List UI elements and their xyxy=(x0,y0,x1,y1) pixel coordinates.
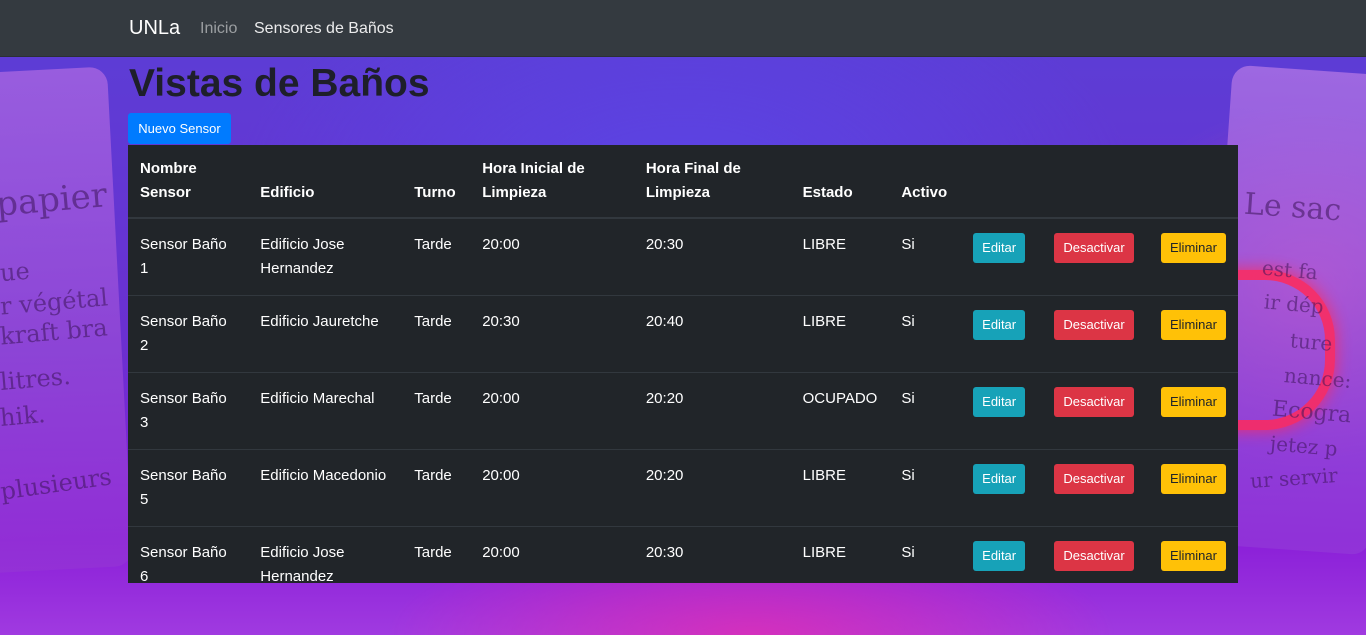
deactivate-button[interactable]: Desactivar xyxy=(1054,310,1134,340)
column-header-activo: Activo xyxy=(889,145,960,219)
background-text: Le sac xyxy=(1242,186,1343,229)
cell-edificio: Edificio Jauretche xyxy=(248,295,403,373)
cell-hora-inicial: 20:30 xyxy=(470,295,634,373)
cell-edit: Editar xyxy=(959,372,1040,450)
cell-estado: LIBRE xyxy=(790,295,890,373)
table-row: Sensor Baño 3 Edificio Marechal Tarde 20… xyxy=(128,372,1238,450)
cell-hora-final: 20:20 xyxy=(633,449,791,527)
background-text: hik. xyxy=(0,400,47,432)
cell-edit: Editar xyxy=(959,217,1040,296)
cell-hora-final: 20:20 xyxy=(633,372,791,450)
cell-deactivate: Desactivar xyxy=(1039,449,1149,527)
sensors-table-container: Nombre Sensor Edificio Turno Hora Inicia… xyxy=(128,145,1238,603)
column-header-hora-inicial: Hora Inicial de Limpieza xyxy=(470,145,634,219)
cell-turno: Tarde xyxy=(402,372,471,450)
deactivate-button[interactable]: Desactivar xyxy=(1054,464,1134,494)
cell-edificio: Edificio Macedonio xyxy=(248,449,403,527)
nav-link-sensores[interactable]: Sensores de Baños xyxy=(254,20,394,38)
cell-nombre: Sensor Baño 2 xyxy=(128,295,249,373)
cell-activo: Si xyxy=(889,526,960,603)
cell-deactivate: Desactivar xyxy=(1039,295,1149,373)
cell-estado: OCUPADO xyxy=(790,372,890,450)
cell-nombre: Sensor Baño 1 xyxy=(128,217,249,296)
cell-activo: Si xyxy=(889,372,960,450)
background-text: ture xyxy=(1289,328,1334,356)
cell-delete: Eliminar xyxy=(1148,526,1238,603)
edit-button[interactable]: Editar xyxy=(973,387,1026,417)
table-header-row: Nombre Sensor Edificio Turno Hora Inicia… xyxy=(128,145,1238,219)
cell-activo: Si xyxy=(889,217,960,296)
delete-button[interactable]: Eliminar xyxy=(1161,541,1226,571)
cell-deactivate: Desactivar xyxy=(1039,372,1149,450)
cell-turno: Tarde xyxy=(402,449,471,527)
cell-hora-final: 20:30 xyxy=(633,526,791,603)
edit-button[interactable]: Editar xyxy=(973,233,1026,263)
column-header-turno: Turno xyxy=(402,145,471,219)
cell-activo: Si xyxy=(889,295,960,373)
new-sensor-button[interactable]: Nuevo Sensor xyxy=(128,113,231,144)
background-text: est fa xyxy=(1261,255,1319,285)
cell-activo: Si xyxy=(889,449,960,527)
navbar: UNLa Inicio Sensores de Baños xyxy=(0,0,1366,57)
cell-hora-inicial: 20:00 xyxy=(470,217,634,296)
cell-edificio: Edificio Marechal xyxy=(248,372,403,450)
table-row: Sensor Baño 1 Edificio Jose Hernandez Ta… xyxy=(128,217,1238,296)
background-text: ue xyxy=(0,256,31,288)
cell-deactivate: Desactivar xyxy=(1039,526,1149,603)
column-header-estado: Estado xyxy=(790,145,890,219)
cell-edit: Editar xyxy=(959,526,1040,603)
column-header-edificio: Edificio xyxy=(248,145,403,219)
cell-turno: Tarde xyxy=(402,217,471,296)
deactivate-button[interactable]: Desactivar xyxy=(1054,387,1134,417)
table-row: Sensor Baño 2 Edificio Jauretche Tarde 2… xyxy=(128,295,1238,373)
cell-hora-inicial: 20:00 xyxy=(470,372,634,450)
cell-hora-inicial: 20:00 xyxy=(470,449,634,527)
delete-button[interactable]: Eliminar xyxy=(1161,464,1226,494)
cell-hora-inicial: 20:00 xyxy=(470,526,634,603)
nav-link-inicio[interactable]: Inicio xyxy=(200,20,237,38)
column-header-hora-final: Hora Final de Limpieza xyxy=(633,145,791,219)
cell-delete: Eliminar xyxy=(1148,449,1238,527)
edit-button[interactable]: Editar xyxy=(973,541,1026,571)
delete-button[interactable]: Eliminar xyxy=(1161,387,1226,417)
table-row: Sensor Baño 6 Edificio Jose Hernandez Ta… xyxy=(128,526,1238,603)
background-text: ir dép xyxy=(1263,289,1325,319)
cell-edificio: Edificio Jose Hernandez xyxy=(248,526,403,603)
cell-delete: Eliminar xyxy=(1148,295,1238,373)
cell-edit: Editar xyxy=(959,449,1040,527)
cell-edificio: Edificio Jose Hernandez xyxy=(248,217,403,296)
cell-deactivate: Desactivar xyxy=(1039,217,1149,296)
cell-estado: LIBRE xyxy=(790,526,890,603)
cell-delete: Eliminar xyxy=(1148,217,1238,296)
deactivate-button[interactable]: Desactivar xyxy=(1054,233,1134,263)
cell-turno: Tarde xyxy=(402,526,471,603)
delete-button[interactable]: Eliminar xyxy=(1161,310,1226,340)
sensors-table: Nombre Sensor Edificio Turno Hora Inicia… xyxy=(128,145,1238,603)
edit-button[interactable]: Editar xyxy=(973,464,1026,494)
navbar-brand[interactable]: UNLa xyxy=(129,17,180,40)
edit-button[interactable]: Editar xyxy=(973,310,1026,340)
cell-nombre: Sensor Baño 5 xyxy=(128,449,249,527)
cell-turno: Tarde xyxy=(402,295,471,373)
cell-delete: Eliminar xyxy=(1148,372,1238,450)
page-title: Vistas de Baños xyxy=(129,62,430,105)
cell-hora-final: 20:40 xyxy=(633,295,791,373)
cell-estado: LIBRE xyxy=(790,217,890,296)
cell-nombre: Sensor Baño 6 xyxy=(128,526,249,603)
column-header-nombre: Nombre Sensor xyxy=(128,145,249,219)
deactivate-button[interactable]: Desactivar xyxy=(1054,541,1134,571)
cell-edit: Editar xyxy=(959,295,1040,373)
cell-hora-final: 20:30 xyxy=(633,217,791,296)
column-header-actions xyxy=(959,145,1238,219)
table-row: Sensor Baño 5 Edificio Macedonio Tarde 2… xyxy=(128,449,1238,527)
cell-nombre: Sensor Baño 3 xyxy=(128,372,249,450)
cell-estado: LIBRE xyxy=(790,449,890,527)
delete-button[interactable]: Eliminar xyxy=(1161,233,1226,263)
